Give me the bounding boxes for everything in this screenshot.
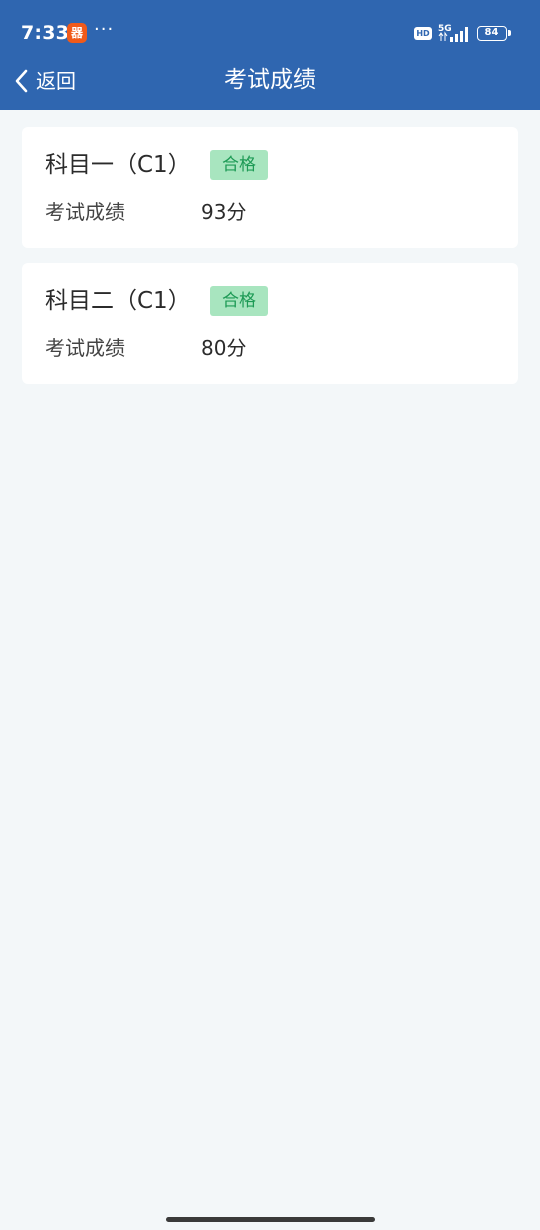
subject-name: 科目一（C1） [45,152,191,178]
score-label: 考试成绩 [45,200,125,224]
app-header: 返回 考试成绩 [0,56,540,110]
battery-icon: 84 [477,26,511,41]
status-bar: 7:33 器 ··· HD 5G 84 [0,0,540,56]
back-button[interactable]: 返回 [12,64,76,98]
home-indicator[interactable] [166,1217,375,1222]
top-bar: 7:33 器 ··· HD 5G 84 返回 考试成绩 [0,0,540,110]
status-time: 7:33 [21,22,70,44]
result-card[interactable]: 科目一（C1） 合格 考试成绩 93分 [22,127,518,248]
more-notifications-icon: ··· [94,19,115,40]
page-title: 考试成绩 [224,67,316,93]
subject-name: 科目二（C1） [45,288,191,314]
back-label: 返回 [36,69,76,93]
score-value: 93分 [201,200,247,224]
battery-tip [508,30,511,36]
result-card[interactable]: 科目二（C1） 合格 考试成绩 80分 [22,263,518,384]
battery-level: 84 [484,27,499,38]
score-label: 考试成绩 [45,336,125,360]
chevron-left-icon [15,69,28,93]
score-value: 80分 [201,336,247,360]
hd-voice-icon: HD [414,27,432,40]
pass-status-badge: 合格 [210,286,268,316]
signal-bars-icon: 5G [438,24,468,42]
pass-status-badge: 合格 [210,150,268,180]
app-notification-icon: 器 [67,23,87,43]
